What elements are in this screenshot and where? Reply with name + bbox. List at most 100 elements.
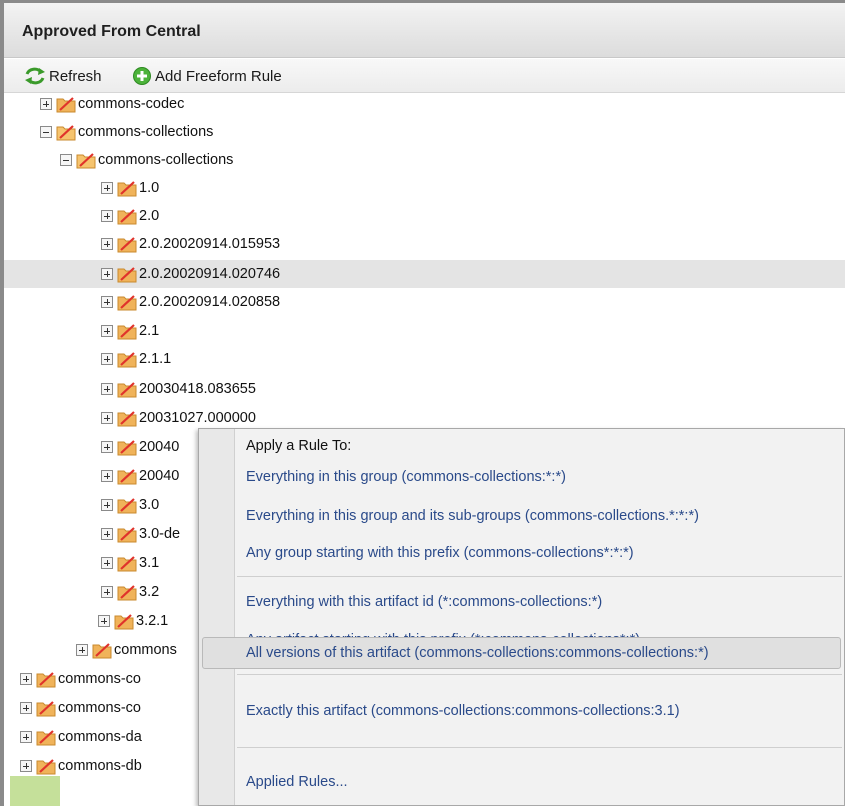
menu-separator	[237, 576, 842, 577]
tree-label: commons-collections	[78, 124, 214, 140]
expand-icon[interactable]	[101, 238, 113, 250]
folder-icon	[117, 585, 137, 601]
tree-label: 2.0.20020914.020746	[139, 266, 281, 282]
tree-row[interactable]: 1.0	[4, 174, 845, 202]
folder-icon	[117, 382, 137, 398]
tree-row[interactable]: 20030418.083655	[4, 375, 845, 403]
tree-label: commons-co	[58, 671, 141, 687]
panel-title: Approved From Central	[22, 23, 201, 40]
expand-icon[interactable]	[20, 731, 32, 743]
expand-icon[interactable]	[98, 615, 110, 627]
tree-overflow	[70, 790, 200, 806]
menu-item-group-prefix[interactable]: Any group starting with this prefix (com…	[246, 545, 634, 561]
folder-icon	[117, 469, 137, 485]
folder-icon	[117, 237, 137, 253]
tree-row[interactable]: 2.0.20020914.020746	[4, 260, 845, 288]
expand-icon[interactable]	[101, 353, 113, 365]
tree-row[interactable]: commons-codec	[4, 93, 845, 118]
folder-open-icon	[56, 125, 76, 141]
expand-icon[interactable]	[101, 441, 113, 453]
refresh-icon	[25, 67, 45, 85]
tree-row[interactable]: 2.0	[4, 202, 845, 230]
panel-header: Approved From Central	[4, 3, 845, 58]
tree-label: 3.1	[139, 555, 160, 571]
expand-icon[interactable]	[101, 210, 113, 222]
folder-icon	[117, 324, 137, 340]
folder-icon	[117, 267, 137, 283]
expand-icon[interactable]	[101, 383, 113, 395]
folder-icon	[117, 556, 137, 572]
folder-icon	[56, 97, 76, 113]
folder-icon	[117, 527, 137, 543]
tree-label: 20040	[139, 439, 180, 455]
tree-label: 3.2	[139, 584, 160, 600]
tree-label: 2.1.1	[139, 351, 172, 367]
expand-icon[interactable]	[101, 325, 113, 337]
tree-label: 20031027.000000	[139, 410, 256, 426]
status-indicator	[10, 776, 60, 806]
tree-label: 1.0	[139, 180, 160, 196]
menu-separator	[237, 674, 842, 675]
menu-item-exact-artifact[interactable]: Exactly this artifact (commons-collectio…	[246, 703, 680, 719]
refresh-button[interactable]: Refresh	[24, 65, 102, 87]
expand-icon[interactable]	[101, 182, 113, 194]
expand-icon[interactable]	[20, 673, 32, 685]
expand-icon[interactable]	[40, 98, 52, 110]
tree-label: commons-db	[58, 758, 142, 774]
tree-row[interactable]: 2.0.20020914.020858	[4, 288, 845, 316]
folder-icon	[117, 181, 137, 197]
tree-row[interactable]: commons-collections	[4, 118, 845, 146]
tree-label: 2.0.20020914.015953	[139, 236, 281, 252]
expand-icon[interactable]	[101, 296, 113, 308]
expand-icon[interactable]	[20, 760, 32, 772]
tree-row[interactable]: 2.1	[4, 317, 845, 345]
folder-open-icon	[76, 153, 96, 169]
tree-label: 2.1	[139, 323, 160, 339]
tree-label: 3.0-de	[139, 526, 181, 542]
tree-row[interactable]: 2.0.20020914.015953	[4, 230, 845, 258]
menu-heading: Apply a Rule To:	[246, 438, 352, 454]
tree-label: commons-da	[58, 729, 142, 745]
tree-label: commons-collections	[98, 152, 234, 168]
tree-label: 3.0	[139, 497, 160, 513]
folder-icon	[117, 209, 137, 225]
collapse-icon[interactable]	[40, 126, 52, 138]
expand-icon[interactable]	[101, 412, 113, 424]
folder-icon	[36, 672, 56, 688]
apply-rule-context-menu: Apply a Rule To: Everything in this grou…	[198, 428, 845, 806]
collapse-icon[interactable]	[60, 154, 72, 166]
expand-icon[interactable]	[101, 470, 113, 482]
expand-icon[interactable]	[101, 586, 113, 598]
tree-label: commons-codec	[78, 96, 185, 112]
menu-item-applied-rules[interactable]: Applied Rules...	[246, 774, 348, 790]
folder-icon	[36, 701, 56, 717]
refresh-label: Refresh	[49, 67, 102, 85]
folder-icon	[117, 440, 137, 456]
tree-label: 2.0	[139, 208, 160, 224]
toolbar: Refresh Add Freeform Rule	[4, 59, 845, 93]
expand-icon[interactable]	[101, 557, 113, 569]
menu-item-all-versions[interactable]: All versions of this artifact (commons-c…	[246, 645, 709, 661]
expand-icon[interactable]	[101, 528, 113, 540]
expand-icon[interactable]	[76, 644, 88, 656]
folder-icon	[114, 614, 134, 630]
add-icon	[133, 67, 151, 85]
menu-separator	[237, 747, 842, 748]
expand-icon[interactable]	[101, 499, 113, 511]
folder-icon	[117, 295, 137, 311]
menu-item-group-and-subgroups[interactable]: Everything in this group and its sub-gro…	[246, 508, 699, 524]
add-freeform-rule-button[interactable]: Add Freeform Rule	[132, 65, 282, 87]
folder-icon	[36, 730, 56, 746]
folder-icon	[117, 411, 137, 427]
tree-label: 20040	[139, 468, 180, 484]
tree-row[interactable]: commons-collections	[4, 146, 845, 174]
menu-gutter	[199, 429, 235, 805]
expand-icon[interactable]	[101, 268, 113, 280]
expand-icon[interactable]	[20, 702, 32, 714]
tree-label: 3.2.1	[136, 613, 169, 629]
tree-row[interactable]: 2.1.1	[4, 345, 845, 373]
menu-item-everything-in-group[interactable]: Everything in this group (commons-collec…	[246, 469, 566, 485]
menu-item-artifact-id[interactable]: Everything with this artifact id (*:comm…	[246, 594, 602, 610]
add-freeform-rule-label: Add Freeform Rule	[155, 67, 282, 85]
tree-label: commons	[114, 642, 177, 658]
